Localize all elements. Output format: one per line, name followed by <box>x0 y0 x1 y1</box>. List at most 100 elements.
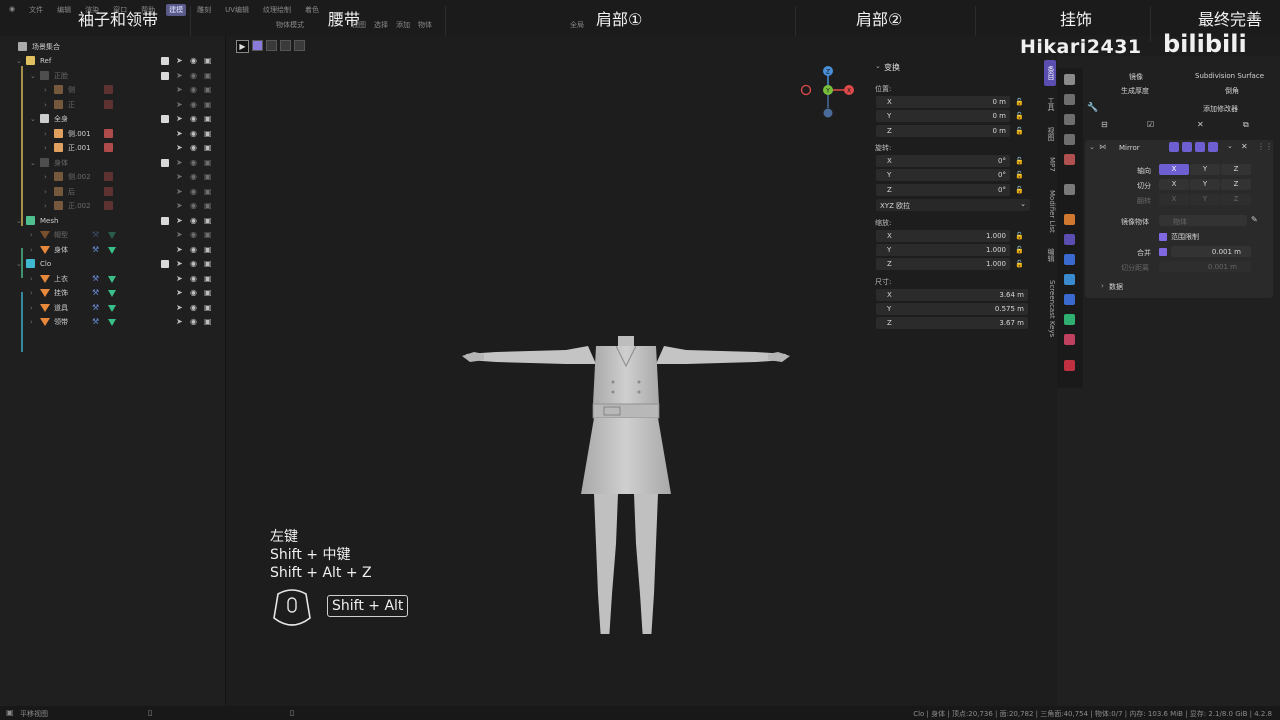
camera-icon[interactable]: ▣ <box>204 216 212 225</box>
camera-icon[interactable]: ▣ <box>204 143 212 152</box>
lock-icon[interactable]: 🔓 <box>1015 98 1024 106</box>
chevron-down-icon[interactable]: ⌄ <box>30 159 36 167</box>
chevron-right-icon[interactable]: › <box>44 173 47 181</box>
location-x-field[interactable]: X 0 m <box>876 96 1010 108</box>
render-tab-icon[interactable] <box>1064 94 1075 105</box>
outliner-item[interactable]: › 挂饰 ⚒ ➤ ◉ ▣ <box>0 286 226 300</box>
exclude-checkbox[interactable] <box>161 115 169 123</box>
rotation-z-field[interactable]: Z 0° <box>876 183 1010 196</box>
mirror-object-field[interactable]: 物体 <box>1159 215 1247 226</box>
panel-title[interactable]: 变换 <box>884 62 900 73</box>
eyedropper-icon[interactable]: ✎ <box>1251 215 1258 224</box>
select-arrow-icon[interactable]: ➤ <box>176 230 183 239</box>
camera-icon[interactable]: ▣ <box>204 288 212 297</box>
close-icon[interactable]: ✕ <box>1241 142 1248 151</box>
lock-icon[interactable]: 🔓 <box>1015 112 1024 120</box>
select-tool-icon[interactable]: ▶ <box>236 40 249 53</box>
lock-icon[interactable]: 🔓 <box>1015 157 1024 165</box>
camera-icon[interactable]: ▣ <box>204 129 212 138</box>
exclude-checkbox[interactable] <box>161 57 169 65</box>
eye-icon[interactable]: ◉ <box>190 245 197 254</box>
eye-icon[interactable]: ◉ <box>190 187 197 196</box>
sidebar-tab[interactable]: 工具 <box>1044 92 1056 116</box>
exclude-checkbox[interactable] <box>161 158 169 167</box>
chevron-down-icon[interactable]: ⌄ <box>30 72 36 80</box>
camera-icon[interactable]: ▣ <box>204 230 212 239</box>
select-subtract-icon[interactable] <box>280 40 291 51</box>
mode-selector[interactable]: 物体模式 <box>276 20 304 30</box>
select-arrow-icon[interactable]: ➤ <box>176 259 183 268</box>
chevron-right-icon[interactable]: › <box>30 289 33 297</box>
chapter-title[interactable]: 挂饰 <box>1060 6 1092 30</box>
eye-icon[interactable]: ◉ <box>190 143 197 152</box>
chevron-down-icon[interactable]: ⌄ <box>30 115 36 123</box>
clipping-checkbox[interactable] <box>1159 233 1167 241</box>
chevron-down-icon[interactable]: ⌄ <box>16 57 22 65</box>
character-model[interactable] <box>456 294 796 634</box>
dimensions-z-field[interactable]: Z 3.67 m <box>876 317 1028 330</box>
camera-icon[interactable]: ▣ <box>204 172 212 181</box>
apply-all-icon[interactable]: ⊟ <box>1101 120 1108 129</box>
edit-cage-icon[interactable] <box>1169 142 1179 152</box>
sidebar-tab[interactable]: Screencast Keys <box>1044 276 1056 342</box>
eye-icon[interactable]: ◉ <box>190 317 197 326</box>
lock-icon[interactable]: 🔓 <box>1015 260 1024 268</box>
drag-handle-icon[interactable]: ⋮⋮ <box>1257 142 1273 151</box>
texture-tab-icon[interactable] <box>1064 360 1075 371</box>
edit-mode-icon[interactable] <box>1182 142 1192 152</box>
outliner-item[interactable]: › 领带 ⚒ ➤ ◉ ▣ <box>0 315 226 329</box>
eye-icon[interactable]: ◉ <box>190 230 197 239</box>
chevron-down-icon[interactable]: ⌄ <box>1227 142 1233 150</box>
chapter-title[interactable]: 袖子和领带 <box>78 6 158 30</box>
lock-icon[interactable]: 🔓 <box>1015 186 1024 194</box>
camera-icon[interactable]: ▣ <box>204 201 212 210</box>
quick-modifier-mirror[interactable]: 镜像 <box>1129 72 1143 82</box>
chapter-title[interactable]: 肩部① <box>596 6 642 30</box>
select-arrow-icon[interactable]: ➤ <box>176 274 183 283</box>
delete-all-icon[interactable]: ✕ <box>1197 120 1204 129</box>
outliner-item[interactable]: ⌄ 身体 ➤ ◉ ▣ <box>0 156 226 170</box>
lock-icon[interactable]: 🔓 <box>1015 232 1024 240</box>
eye-icon[interactable]: ◉ <box>190 288 197 297</box>
rotation-y-field[interactable]: Y 0° <box>876 169 1010 182</box>
sidebar-tab[interactable]: 视图 <box>1044 122 1056 146</box>
collection-tab-icon[interactable] <box>1064 184 1075 195</box>
chevron-right-icon[interactable]: › <box>30 304 33 312</box>
outliner-item[interactable]: › 身体 ⚒ ➤ ◉ ▣ <box>0 243 226 257</box>
outliner-item[interactable]: › 侧.002 ➤ ◉ ▣ <box>0 170 226 184</box>
select-new-icon[interactable] <box>252 40 263 51</box>
data-subpanel-label[interactable]: 数据 <box>1109 282 1123 292</box>
output-tab-icon[interactable] <box>1064 114 1075 125</box>
scene-tab-icon[interactable] <box>1064 154 1075 165</box>
location-y-field[interactable]: Y 0 m <box>876 110 1010 123</box>
chevron-right-icon[interactable]: › <box>30 246 33 254</box>
flip-x-toggle[interactable]: X <box>1159 194 1189 205</box>
eye-icon[interactable]: ◉ <box>190 71 197 80</box>
camera-icon[interactable]: ▣ <box>204 317 212 326</box>
modifier-tab-icon[interactable] <box>1064 234 1075 245</box>
view-layer-tab-icon[interactable] <box>1064 134 1075 145</box>
scale-z-field[interactable]: Z 1.000 <box>876 258 1010 271</box>
bisect-x-toggle[interactable]: X <box>1159 179 1189 190</box>
camera-icon[interactable]: ▣ <box>204 56 212 65</box>
outliner-item[interactable]: › 侧.001 ➤ ◉ ▣ <box>0 127 226 141</box>
menu-view[interactable]: 视图 <box>352 20 366 30</box>
eye-icon[interactable]: ◉ <box>190 259 197 268</box>
select-arrow-icon[interactable]: ➤ <box>176 85 183 94</box>
bisect-z-toggle[interactable]: Z <box>1221 179 1251 190</box>
outliner-item[interactable]: ⌄ Ref ➤ ◉ ▣ <box>0 54 226 68</box>
eye-icon[interactable]: ◉ <box>190 201 197 210</box>
chapter-title[interactable]: 肩部② <box>856 6 902 30</box>
camera-icon[interactable]: ▣ <box>204 158 212 167</box>
sidebar-tab[interactable]: Modifier List <box>1044 186 1056 236</box>
lock-icon[interactable]: 🔓 <box>1015 171 1024 179</box>
transform-orientation[interactable]: 全局 <box>570 20 584 30</box>
select-arrow-icon[interactable]: ➤ <box>176 114 183 123</box>
select-arrow-icon[interactable]: ➤ <box>176 317 183 326</box>
bisect-distance-field[interactable]: 0.001 m <box>1159 261 1251 272</box>
scale-x-field[interactable]: X 1.000 <box>876 229 1010 242</box>
quick-modifier-subsurf[interactable]: Subdivision Surface <box>1195 72 1264 80</box>
chevron-down-icon[interactable]: ⌄ <box>875 62 881 70</box>
chevron-right-icon[interactable]: › <box>44 130 47 138</box>
copy-all-icon[interactable]: ⧉ <box>1243 120 1249 130</box>
